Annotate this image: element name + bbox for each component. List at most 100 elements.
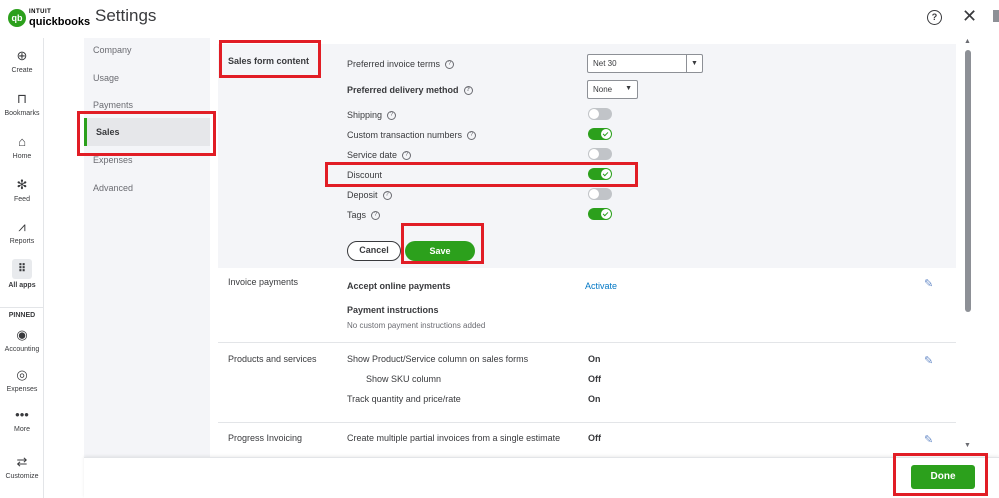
track-quantity-label: Track quantity and price/rate: [347, 394, 461, 404]
app-window: qb INTUIT quickbooks Settings ? ✕ ⊕ Crea…: [0, 0, 999, 498]
toggle-knob: [601, 209, 611, 219]
products-services-title: Products and services: [228, 354, 317, 364]
help-circle-icon[interactable]: ?: [371, 211, 381, 221]
grid-icon: ⠿: [12, 259, 32, 279]
chart-line-icon: ⩘: [18, 219, 26, 234]
payment-instructions-label: Payment instructions: [347, 305, 439, 315]
settings-nav-sales-label: Sales: [96, 127, 120, 137]
preferred-terms-select[interactable]: Net 30 ▼: [587, 54, 703, 73]
settings-nav-advanced[interactable]: Advanced: [93, 183, 133, 193]
expenses-icon: ◎: [16, 367, 28, 382]
scroll-down-icon[interactable]: ▼: [964, 442, 971, 449]
rail-create[interactable]: ⊕ Create: [0, 48, 44, 74]
save-button[interactable]: Save: [405, 241, 475, 261]
shipping-toggle[interactable]: [588, 108, 612, 120]
tags-label: Tags?: [347, 210, 381, 221]
service-date-label: Service date?: [347, 150, 412, 161]
section-divider: [218, 342, 956, 343]
rail-more[interactable]: ••• More: [0, 407, 44, 433]
chevron-down-icon: ▼: [686, 55, 702, 72]
plus-circle-icon: ⊕: [16, 48, 28, 63]
rail-expenses[interactable]: ◎ Expenses: [0, 367, 44, 393]
deposit-label: Deposit?: [347, 190, 392, 201]
qb-logo-icon: qb: [8, 9, 26, 27]
delivery-method-label: Preferred delivery method?: [347, 85, 473, 96]
shipping-text: Shipping: [347, 110, 383, 120]
preferred-terms-value: Net 30: [593, 59, 617, 68]
done-button[interactable]: Done: [911, 465, 975, 489]
rail-accounting-label: Accounting: [4, 346, 40, 353]
rail-expenses-label: Expenses: [6, 386, 38, 393]
progress-invoicing-value: Off: [588, 433, 601, 443]
show-product-column-value: On: [588, 354, 601, 364]
help-icon[interactable]: ?: [927, 10, 942, 25]
payment-instructions-value: No custom payment instructions added: [347, 321, 486, 330]
footer-bar: Done: [84, 457, 999, 498]
rail-accounting[interactable]: ◉ Accounting: [0, 327, 44, 353]
settings-nav-company[interactable]: Company: [93, 45, 132, 55]
page-title: Settings: [95, 6, 157, 25]
rail-home-label: Home: [12, 153, 32, 160]
tags-toggle[interactable]: [588, 208, 612, 220]
rail-reports[interactable]: ⩘ Reports: [0, 219, 44, 245]
activate-link[interactable]: Activate: [585, 281, 617, 291]
settings-nav-expenses[interactable]: Expenses: [93, 155, 133, 165]
more-icon: •••: [15, 407, 29, 422]
accept-online-payments-label: Accept online payments: [347, 281, 451, 291]
rail-create-label: Create: [11, 67, 33, 74]
invoice-payments-title: Invoice payments: [228, 277, 299, 287]
toggle-knob: [589, 149, 599, 159]
service-date-toggle[interactable]: [588, 148, 612, 160]
side-panel-icon[interactable]: [993, 10, 999, 22]
customize-icon: ⇄: [16, 454, 28, 469]
logo-quickbooks-text: quickbooks: [29, 16, 91, 28]
delivery-method-value: None: [593, 85, 613, 94]
rail-all-apps-label: All apps: [8, 282, 36, 289]
section-divider: [218, 422, 956, 423]
discount-label: Discount: [347, 170, 383, 180]
rail-customize[interactable]: ⇄ Customize: [0, 454, 44, 480]
progress-invoicing-title: Progress Invoicing: [228, 433, 303, 443]
tags-text: Tags: [347, 210, 367, 220]
help-circle-icon[interactable]: ?: [382, 191, 392, 201]
help-circle-icon[interactable]: ?: [387, 111, 397, 121]
toggle-knob: [601, 169, 611, 179]
rail-all-apps[interactable]: ⠿ All apps: [0, 259, 44, 289]
logo-intuit-text: INTUIT: [29, 9, 52, 15]
delivery-method-select[interactable]: None ▼: [587, 80, 638, 99]
cancel-button[interactable]: Cancel: [347, 241, 401, 261]
rail-bookmarks[interactable]: ⊓ Bookmarks: [0, 91, 44, 117]
quickbooks-logo[interactable]: qb INTUIT quickbooks: [4, 6, 90, 30]
help-circle-icon[interactable]: ?: [445, 60, 455, 70]
rail-more-label: More: [14, 426, 30, 433]
shipping-label: Shipping?: [347, 110, 397, 121]
deposit-text: Deposit: [347, 190, 378, 200]
scroll-up-icon[interactable]: ▲: [964, 38, 971, 45]
edit-pencil-icon[interactable]: ✎: [924, 354, 933, 367]
preferred-terms-label: Preferred invoice terms?: [347, 59, 455, 70]
edit-pencil-icon[interactable]: ✎: [924, 433, 933, 446]
rail-home[interactable]: ⌂ Home: [0, 134, 44, 160]
toggle-knob: [601, 129, 611, 139]
settings-nav: Company Usage Payments Sales Expenses Ad…: [84, 38, 210, 458]
close-icon[interactable]: ✕: [962, 7, 977, 25]
scrollbar-thumb[interactable]: [965, 50, 971, 312]
help-circle-icon[interactable]: ?: [467, 131, 477, 141]
sales-form-section: Sales form content Preferred invoice ter…: [218, 44, 956, 268]
edit-pencil-icon[interactable]: ✎: [924, 277, 933, 290]
rail-feed[interactable]: ✻ Feed: [0, 177, 44, 203]
preferred-terms-text: Preferred invoice terms: [347, 59, 441, 69]
discount-toggle[interactable]: [588, 168, 612, 180]
help-circle-icon[interactable]: ?: [402, 151, 412, 161]
custom-transaction-numbers-toggle[interactable]: [588, 128, 612, 140]
toggle-knob: [589, 189, 599, 199]
rail-reports-label: Reports: [9, 238, 35, 245]
scrollbar[interactable]: ▲ ▼: [962, 38, 974, 456]
settings-nav-payments[interactable]: Payments: [93, 100, 133, 110]
help-circle-icon[interactable]: ?: [463, 86, 473, 96]
rail-bookmarks-label: Bookmarks: [4, 110, 40, 117]
deposit-toggle[interactable]: [588, 188, 612, 200]
settings-nav-usage[interactable]: Usage: [93, 73, 119, 83]
sales-form-title: Sales form content: [228, 56, 310, 66]
settings-nav-sales[interactable]: Sales: [84, 118, 210, 146]
